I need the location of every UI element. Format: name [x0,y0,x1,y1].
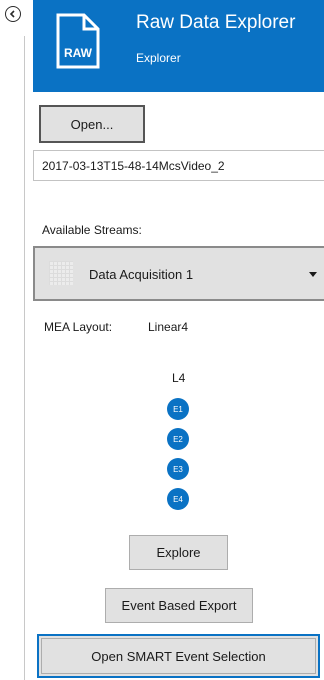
header-banner: RAW Raw Data Explorer Explorer [33,0,324,92]
explore-button[interactable]: Explore [129,535,228,570]
electrode-group-label: L4 [172,371,186,385]
back-button[interactable] [5,6,21,22]
electrode-e4[interactable]: E4 [167,488,189,510]
electrode-e1[interactable]: E1 [167,398,189,420]
raw-file-icon: RAW [56,13,100,69]
mea-layout-label: MEA Layout: [44,320,113,334]
event-based-export-button[interactable]: Event Based Export [105,588,253,623]
file-name-field[interactable]: 2017-03-13T15-48-14McsVideo_2 [33,150,324,181]
app-subtitle: Explorer [136,51,181,65]
mea-layout-value: Linear4 [148,320,189,334]
raw-data-explorer-panel: RAW Raw Data Explorer Explorer Open... 2… [0,0,324,680]
open-smart-event-selection-button[interactable]: Open SMART Event Selection [37,634,320,678]
open-smart-event-selection-label: Open SMART Event Selection [91,648,266,664]
chevron-down-icon [309,272,317,277]
open-button[interactable]: Open... [39,105,145,143]
stream-select[interactable]: Data Acquisition 1 [33,246,324,301]
panel-divider [24,36,25,680]
stream-select-value: Data Acquisition 1 [89,267,194,282]
stream-icon [49,261,73,285]
available-streams-label: Available Streams: [42,223,142,237]
chevron-left-icon [9,10,15,18]
raw-file-icon-text: RAW [64,46,93,60]
app-title: Raw Data Explorer [136,12,296,33]
electrode-e3[interactable]: E3 [167,458,189,480]
electrode-e2[interactable]: E2 [167,428,189,450]
